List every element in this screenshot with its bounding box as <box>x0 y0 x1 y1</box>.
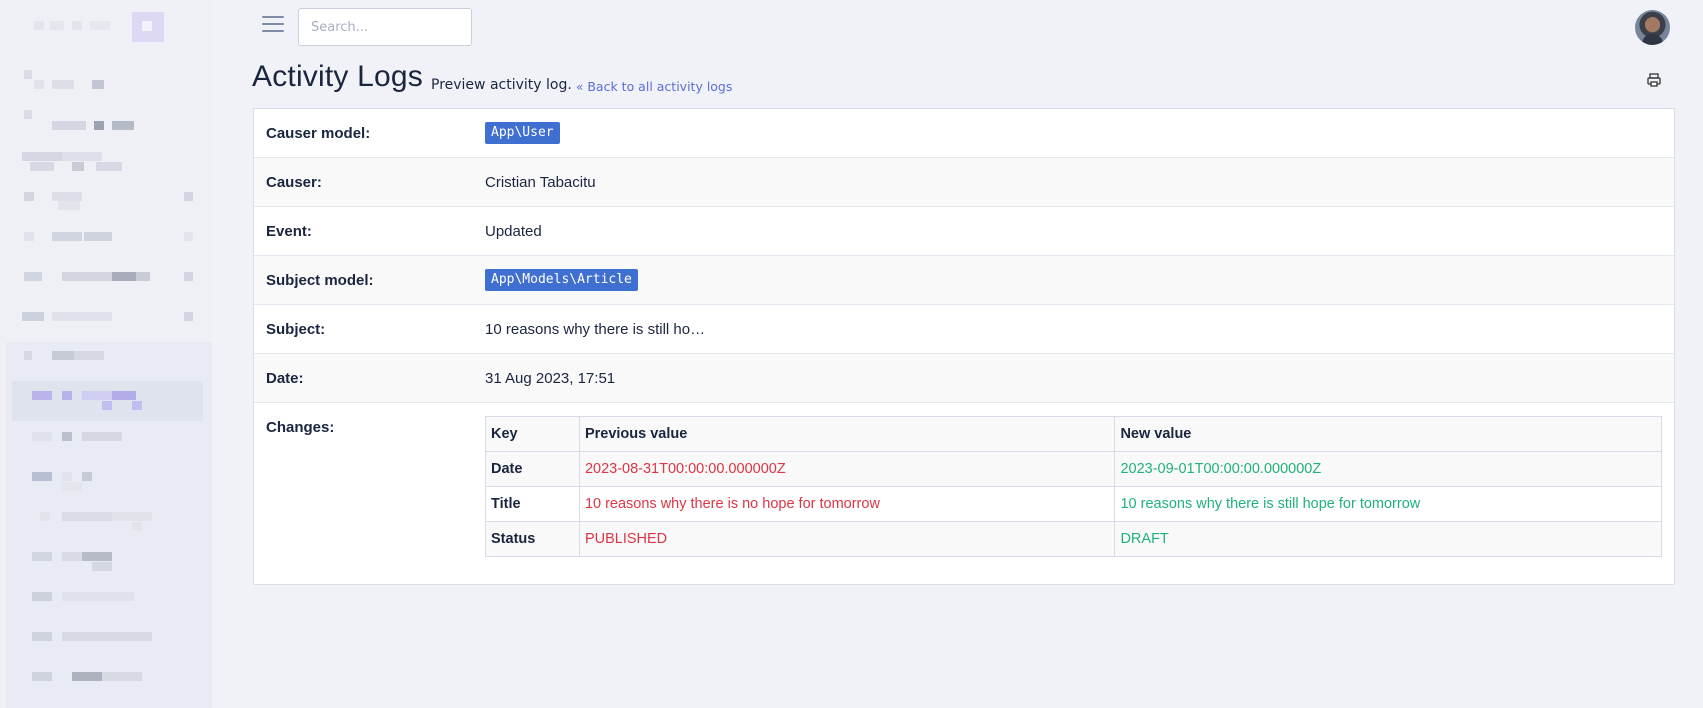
event-label: Event: <box>266 223 312 240</box>
sidebar-item[interactable] <box>0 508 213 548</box>
event-row: Event: Updated <box>254 207 1674 256</box>
column-header-previous-value: Previous value <box>578 416 1116 452</box>
changes-label: Changes: <box>266 419 335 436</box>
change-key: Date <box>485 451 580 487</box>
sidebar-item[interactable] <box>0 268 213 308</box>
table-header-row: Key Previous value New value <box>485 416 1662 452</box>
column-header-key: Key <box>485 416 580 452</box>
sidebar-item[interactable] <box>0 228 213 268</box>
activity-log-card: Causer model: App\User Causer: Cristian … <box>253 108 1675 585</box>
sidebar-item[interactable] <box>0 68 213 108</box>
table-row: Title 10 reasons why there is no hope fo… <box>485 486 1662 522</box>
page-subtitle: Preview activity log. <box>431 77 572 93</box>
new-value: DRAFT <box>1114 521 1662 557</box>
sidebar-item[interactable] <box>0 668 213 708</box>
hamburger-icon[interactable] <box>262 16 284 36</box>
sidebar <box>0 0 213 708</box>
back-link-label: Back to all activity logs <box>587 79 733 94</box>
causer-value: Cristian Tabacitu <box>485 174 596 191</box>
causer-label: Causer: <box>266 174 322 191</box>
causer-model-badge: App\User <box>485 122 560 144</box>
sidebar-item[interactable] <box>0 428 213 468</box>
previous-value: PUBLISHED <box>578 521 1116 557</box>
subject-model-row: Subject model: App\Models\Article <box>254 256 1674 305</box>
sidebar-item[interactable] <box>0 588 213 628</box>
sidebar-item[interactable] <box>0 468 213 508</box>
new-value: 10 reasons why there is still hope for t… <box>1114 486 1662 522</box>
causer-model-label: Causer model: <box>266 125 371 142</box>
back-to-activity-logs-link[interactable]: «Back to all activity logs <box>576 79 732 94</box>
double-chevron-left-icon: « <box>576 80 584 94</box>
page-title: Activity Logs <box>252 60 423 93</box>
causer-row: Causer: Cristian Tabacitu <box>254 158 1674 207</box>
previous-value: 10 reasons why there is no hope for tomo… <box>578 486 1116 522</box>
subject-model-label: Subject model: <box>266 272 374 289</box>
change-key: Status <box>485 521 580 557</box>
sidebar-brand-logo[interactable] <box>32 12 164 42</box>
subject-value: 10 reasons why there is still ho… <box>485 321 706 338</box>
date-label: Date: <box>266 370 304 387</box>
change-key: Title <box>485 486 580 522</box>
sidebar-item[interactable] <box>0 108 213 148</box>
table-row: Status PUBLISHED DRAFT <box>485 521 1662 557</box>
changes-table: Key Previous value New value Date 2023-0… <box>485 416 1662 557</box>
event-value: Updated <box>485 223 542 240</box>
causer-model-row: Causer model: App\User <box>254 109 1674 158</box>
sidebar-item[interactable] <box>0 628 213 668</box>
search-input[interactable] <box>298 8 472 46</box>
subject-label: Subject: <box>266 321 326 338</box>
new-value: 2023-09-01T00:00:00.000000Z <box>1114 451 1662 487</box>
sidebar-item[interactable] <box>0 148 213 188</box>
printer-icon[interactable] <box>1646 72 1662 88</box>
sidebar-item[interactable] <box>0 548 213 588</box>
sidebar-item-activity-logs[interactable] <box>12 381 203 421</box>
sidebar-item[interactable] <box>0 188 213 228</box>
date-row: Date: 31 Aug 2023, 17:51 <box>254 354 1674 403</box>
column-header-new-value: New value <box>1114 416 1662 452</box>
subject-model-badge: App\Models\Article <box>485 269 638 291</box>
table-row: Date 2023-08-31T00:00:00.000000Z 2023-09… <box>485 451 1662 487</box>
subject-row: Subject: 10 reasons why there is still h… <box>254 305 1674 354</box>
date-value: 31 Aug 2023, 17:51 <box>485 370 616 387</box>
previous-value: 2023-08-31T00:00:00.000000Z <box>578 451 1116 487</box>
avatar[interactable] <box>1635 10 1670 45</box>
